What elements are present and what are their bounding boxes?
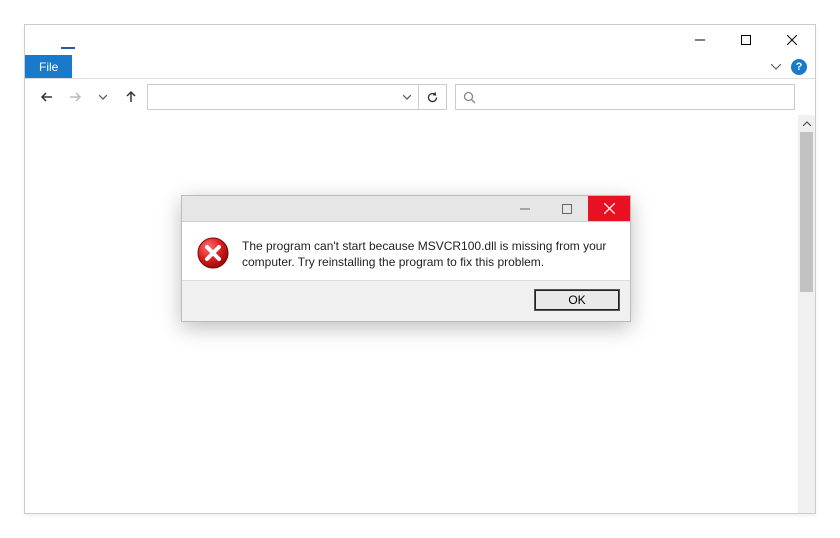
dialog-titlebar	[182, 196, 630, 222]
minimize-icon	[695, 35, 705, 45]
help-button[interactable]: ?	[791, 59, 807, 75]
help-icon: ?	[796, 61, 803, 73]
dialog-title	[182, 196, 504, 221]
chevron-up-icon	[803, 121, 811, 126]
quick-access-area	[25, 25, 677, 55]
maximize-button[interactable]	[723, 25, 769, 55]
address-bar[interactable]	[147, 84, 447, 110]
chevron-down-icon	[771, 64, 781, 70]
close-icon	[787, 35, 797, 45]
file-menu-tab[interactable]: File	[25, 55, 72, 78]
vertical-scrollbar[interactable]	[798, 115, 815, 513]
address-input[interactable]	[148, 85, 396, 109]
scroll-up-button[interactable]	[798, 115, 815, 132]
dialog-maximize-button[interactable]	[546, 196, 588, 221]
dialog-minimize-button[interactable]	[504, 196, 546, 221]
search-icon	[456, 91, 482, 104]
ok-button[interactable]: OK	[534, 289, 620, 311]
up-button[interactable]	[119, 85, 143, 109]
error-dialog: The program can't start because MSVCR100…	[181, 195, 631, 322]
arrow-right-icon	[68, 90, 82, 104]
ribbon-expand-button[interactable]	[765, 55, 787, 78]
forward-button[interactable]	[63, 85, 87, 109]
navigation-bar	[25, 79, 815, 115]
maximize-icon	[741, 35, 751, 45]
address-history-button[interactable]	[396, 85, 418, 109]
content-area: The program can't start because MSVCR100…	[25, 115, 815, 513]
chevron-down-icon	[99, 95, 107, 100]
recent-locations-button[interactable]	[91, 85, 115, 109]
minimize-icon	[520, 204, 530, 214]
ribbon-menubar: File ?	[25, 55, 815, 79]
refresh-icon	[426, 91, 439, 104]
close-icon	[604, 203, 615, 214]
dialog-body: The program can't start because MSVCR100…	[182, 222, 630, 280]
maximize-icon	[562, 204, 572, 214]
dialog-close-button[interactable]	[588, 196, 630, 221]
dialog-footer: OK	[182, 280, 630, 321]
arrow-left-icon	[40, 90, 54, 104]
back-button[interactable]	[35, 85, 59, 109]
refresh-button[interactable]	[418, 85, 446, 109]
file-menu-label: File	[39, 60, 58, 74]
window-titlebar	[25, 25, 815, 55]
error-icon	[196, 236, 230, 270]
close-button[interactable]	[769, 25, 815, 55]
minimize-button[interactable]	[677, 25, 723, 55]
search-box[interactable]	[455, 84, 795, 110]
quick-access-underline-icon	[61, 47, 75, 49]
search-input[interactable]	[482, 85, 794, 109]
arrow-up-icon	[124, 90, 138, 104]
chevron-down-icon	[403, 95, 411, 100]
explorer-window: File ?	[24, 24, 816, 514]
scroll-thumb[interactable]	[800, 132, 813, 292]
dialog-message: The program can't start because MSVCR100…	[242, 236, 614, 270]
